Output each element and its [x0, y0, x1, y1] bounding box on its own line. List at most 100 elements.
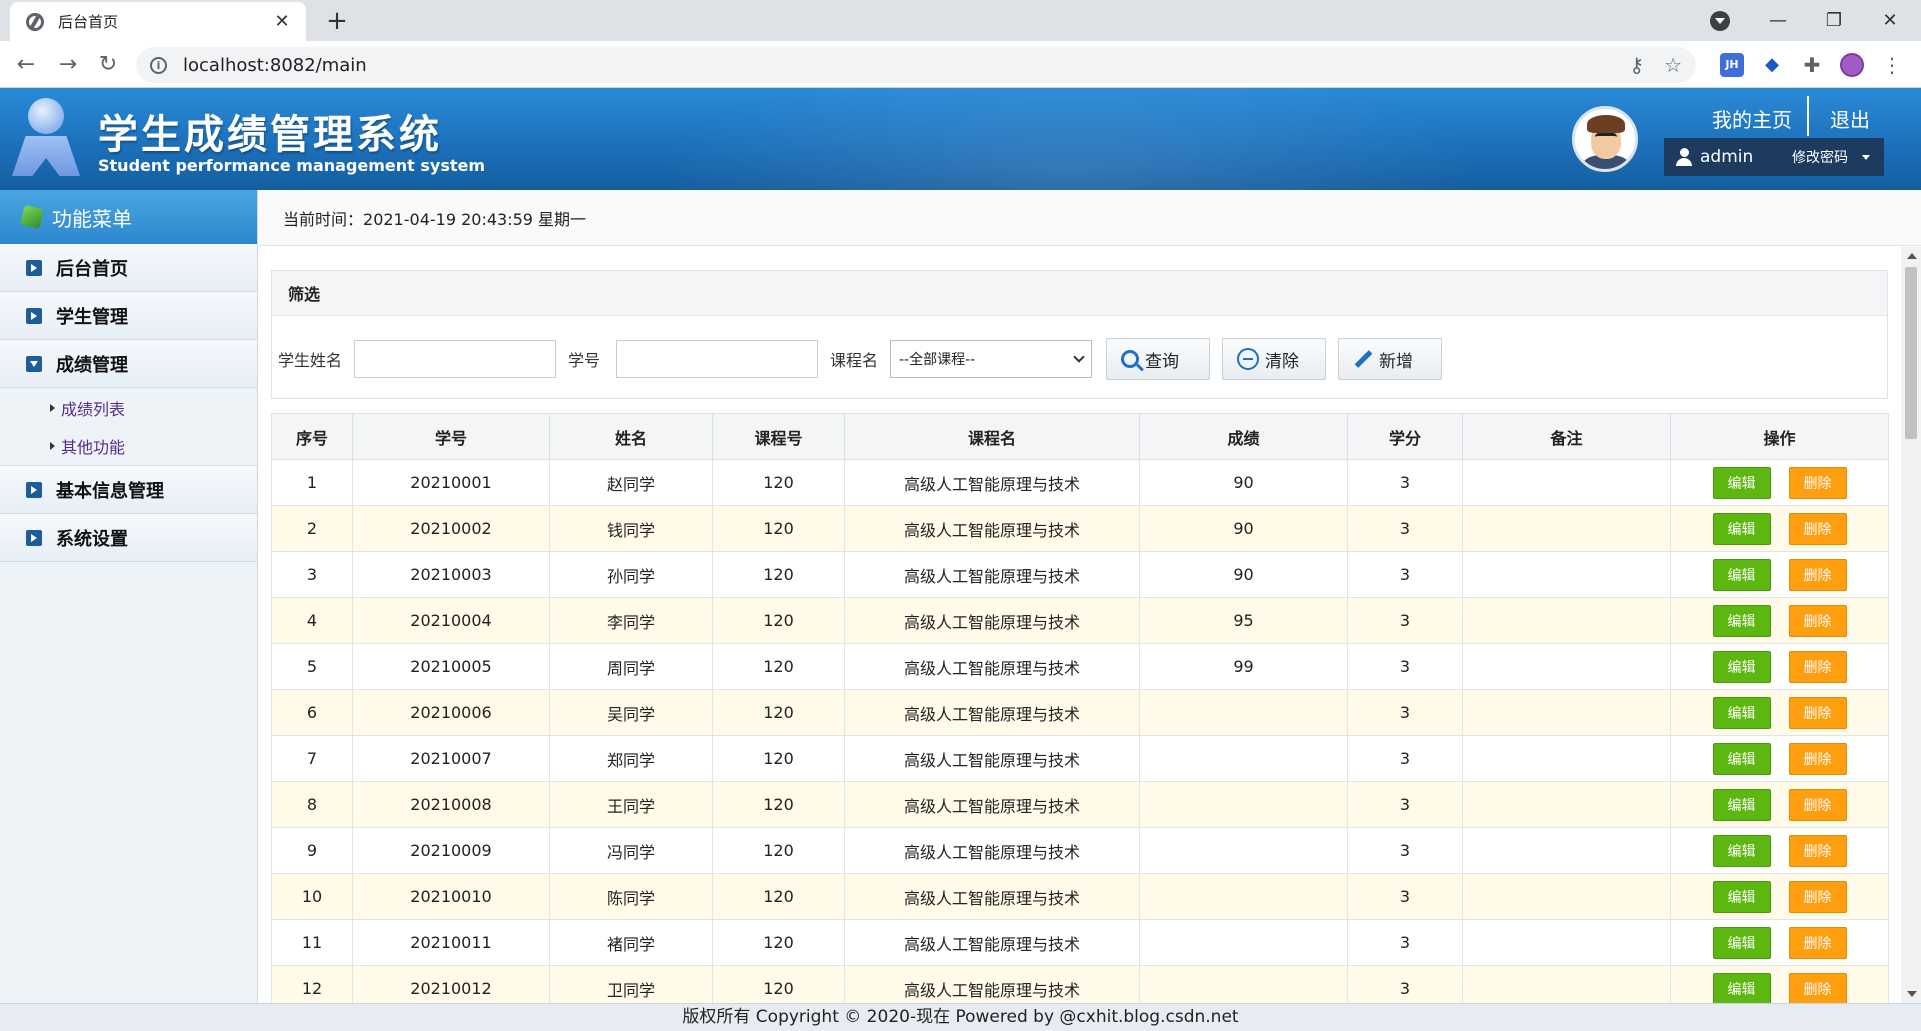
delete-button[interactable]: 删除 — [1788, 512, 1847, 545]
sidebar-item-settings[interactable]: 系统设置 — [0, 514, 257, 562]
vertical-scrollbar[interactable] — [1901, 247, 1921, 1003]
edit-button[interactable]: 编辑 — [1712, 926, 1771, 959]
delete-button[interactable]: 删除 — [1788, 834, 1847, 867]
edit-button[interactable]: 编辑 — [1712, 650, 1771, 683]
user-dropdown[interactable]: admin 修改密码 — [1664, 138, 1884, 176]
url-text: localhost:8082/main — [183, 54, 367, 76]
cell-score: 90 — [1139, 551, 1348, 598]
restore-icon[interactable]: ❐ — [1806, 0, 1862, 41]
scroll-up-icon[interactable] — [1907, 253, 1917, 259]
cell-name: 褚同学 — [549, 919, 713, 966]
student-id-label: 学号 — [568, 351, 601, 370]
edit-button[interactable]: 编辑 — [1712, 834, 1771, 867]
reload-icon[interactable]: ↻ — [92, 49, 124, 81]
course-select[interactable]: --全部课程-- — [890, 340, 1092, 378]
delete-button[interactable]: 删除 — [1788, 604, 1847, 637]
column-header: 备注 — [1462, 413, 1671, 460]
column-header: 课程名 — [844, 413, 1140, 460]
cell-name: 王同学 — [549, 781, 713, 828]
clear-button[interactable]: 清除 — [1222, 338, 1326, 380]
edit-button[interactable]: 编辑 — [1712, 512, 1771, 545]
logout-link[interactable]: 退出 — [1830, 104, 1870, 133]
edit-button[interactable]: 编辑 — [1712, 604, 1771, 637]
cell-sid: 20210004 — [352, 597, 550, 644]
close-window-icon[interactable]: ✕ — [1862, 0, 1918, 41]
cell-no: 1 — [271, 459, 353, 506]
app-header: 学生成绩管理系统 Student performance management … — [0, 88, 1921, 190]
scroll-down-icon[interactable] — [1907, 991, 1917, 997]
kebab-menu-icon[interactable]: ⋮ — [1880, 53, 1904, 77]
delete-button[interactable]: 删除 — [1788, 558, 1847, 591]
bullet-arrow-icon — [50, 442, 55, 450]
tab-search-icon[interactable] — [1710, 11, 1730, 31]
my-home-link[interactable]: 我的主页 — [1712, 104, 1792, 133]
cell-cid: 120 — [712, 459, 845, 506]
cell-cid: 120 — [712, 873, 845, 920]
grades-table: 序号 学号 姓名 课程号 课程名 成绩 学分 备注 操作 1 20210001 赵同… — [271, 413, 1889, 1003]
expand-right-icon — [26, 481, 42, 498]
sidebar-item-basic-info[interactable]: 基本信息管理 — [0, 466, 257, 514]
key-icon[interactable]: ⚷ — [1629, 53, 1644, 77]
minimize-icon[interactable]: — — [1750, 0, 1806, 41]
clear-button-label: 清除 — [1265, 351, 1299, 372]
edit-button[interactable]: 编辑 — [1712, 696, 1771, 729]
caret-down-icon[interactable] — [1862, 154, 1870, 160]
delete-button[interactable]: 删除 — [1788, 742, 1847, 775]
change-password-link[interactable]: 修改密码 — [1792, 147, 1848, 167]
delete-button[interactable]: 删除 — [1788, 788, 1847, 821]
profile-avatar-icon[interactable] — [1840, 53, 1864, 77]
edit-button[interactable]: 编辑 — [1712, 742, 1771, 775]
new-tab-icon[interactable]: + — [322, 6, 352, 36]
cell-actions: 编辑 删除 — [1670, 965, 1889, 1003]
cell-name: 钱同学 — [549, 505, 713, 552]
cell-actions: 编辑 删除 — [1670, 551, 1889, 598]
jh-extension-icon[interactable]: JH — [1720, 53, 1744, 77]
browser-tab[interactable]: 后台首页 ✕ — [10, 2, 306, 41]
delete-button[interactable]: 删除 — [1788, 926, 1847, 959]
cell-credit: 3 — [1347, 597, 1463, 644]
sidebar-item-dashboard[interactable]: 后台首页 — [0, 244, 257, 292]
user-avatar — [1572, 106, 1638, 172]
graduation-cap-extension-icon[interactable]: ◆ — [1760, 53, 1784, 77]
student-name-input[interactable] — [354, 340, 556, 378]
current-time-bar: 当前时间： 2021-04-19 20:43:59 星期一 — [259, 190, 1921, 246]
sidebar-subitem-grade-list[interactable]: 成绩列表 — [0, 388, 257, 427]
sidebar-subitem-other[interactable]: 其他功能 — [0, 427, 257, 466]
course-select-value: --全部课程-- — [899, 352, 976, 368]
forward-icon[interactable]: → — [52, 49, 84, 81]
expand-right-icon — [26, 307, 42, 324]
add-button-label: 新增 — [1379, 351, 1413, 372]
student-id-input[interactable] — [616, 340, 818, 378]
delete-button[interactable]: 删除 — [1788, 880, 1847, 913]
cell-sid: 20210001 — [352, 459, 550, 506]
url-omnibox[interactable]: i localhost:8082/main ⚷ ☆ — [136, 47, 1696, 83]
delete-button[interactable]: 删除 — [1788, 466, 1847, 499]
cell-cid: 120 — [712, 597, 845, 644]
sidebar-item-grades[interactable]: 成绩管理 — [0, 340, 257, 388]
table-header-row: 序号 学号 姓名 课程号 课程名 成绩 学分 备注 操作 — [271, 413, 1889, 460]
cell-no: 8 — [271, 781, 353, 828]
edit-button[interactable]: 编辑 — [1712, 558, 1771, 591]
puzzle-extensions-icon[interactable]: ✚ — [1800, 53, 1824, 77]
back-icon[interactable]: ← — [10, 49, 42, 81]
delete-button[interactable]: 删除 — [1788, 696, 1847, 729]
table-row: 3 20210003 孙同学 120 高级人工智能原理与技术 90 3 编辑 删除 — [271, 551, 1889, 598]
sidebar-title-label: 功能菜单 — [52, 206, 132, 231]
close-tab-icon[interactable]: ✕ — [270, 11, 294, 32]
edit-button[interactable]: 编辑 — [1712, 788, 1771, 821]
browser-tabbar: 后台首页 ✕ + — ❐ ✕ — [0, 0, 1921, 41]
sidebar-item-label: 学生管理 — [56, 306, 128, 328]
info-icon[interactable]: i — [150, 56, 167, 74]
edit-button[interactable]: 编辑 — [1712, 972, 1771, 1003]
scroll-thumb[interactable] — [1905, 267, 1917, 439]
tab-title: 后台首页 — [58, 13, 119, 31]
delete-button[interactable]: 删除 — [1788, 972, 1847, 1003]
sidebar-item-label: 系统设置 — [56, 528, 128, 550]
edit-button[interactable]: 编辑 — [1712, 466, 1771, 499]
query-button[interactable]: 查询 — [1106, 338, 1210, 380]
sidebar-item-students[interactable]: 学生管理 — [0, 292, 257, 340]
add-button[interactable]: 新增 — [1338, 338, 1442, 380]
edit-button[interactable]: 编辑 — [1712, 880, 1771, 913]
star-icon[interactable]: ☆ — [1664, 53, 1682, 77]
delete-button[interactable]: 删除 — [1788, 650, 1847, 683]
